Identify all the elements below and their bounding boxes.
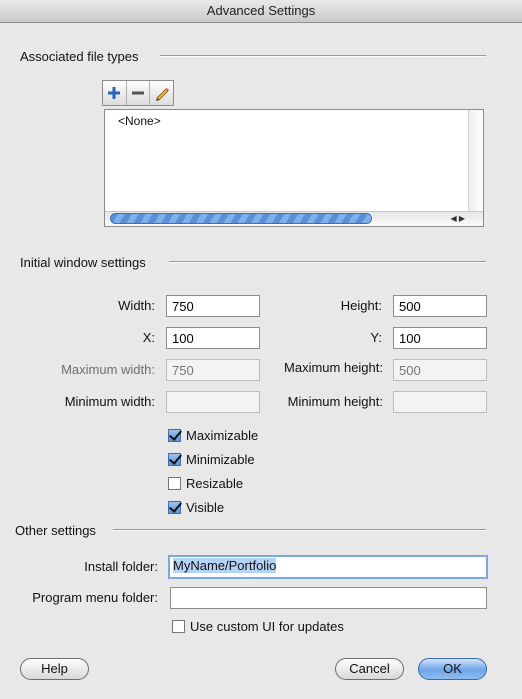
- edit-file-type-button[interactable]: [150, 81, 173, 105]
- minimizable-checkbox[interactable]: Minimizable: [168, 452, 255, 467]
- min-height-field[interactable]: [393, 391, 487, 413]
- scroll-arrows-icon[interactable]: ◀ ▶: [450, 212, 465, 226]
- maximizable-label: Maximizable: [186, 428, 259, 443]
- min-width-label: Minimum width:: [64, 394, 155, 409]
- checkbox-checked-icon[interactable]: [168, 429, 181, 442]
- vertical-scrollbar[interactable]: [468, 110, 483, 213]
- checkbox-checked-icon[interactable]: [168, 453, 181, 466]
- add-file-type-button[interactable]: [103, 81, 127, 105]
- help-button[interactable]: Help: [20, 658, 89, 680]
- height-label: Height:: [340, 298, 382, 313]
- cancel-button[interactable]: Cancel: [335, 658, 404, 680]
- width-field[interactable]: [166, 295, 260, 317]
- program-menu-folder-field[interactable]: [170, 587, 487, 609]
- x-field[interactable]: [166, 327, 260, 349]
- max-width-field[interactable]: [166, 359, 260, 381]
- max-width-label: Maximum width:: [61, 362, 155, 377]
- custom-ui-updates-checkbox[interactable]: Use custom UI for updates: [172, 619, 344, 634]
- install-folder-label: Install folder:: [84, 559, 158, 574]
- install-folder-value: MyName/Portfolio: [173, 558, 277, 573]
- max-height-field[interactable]: [393, 359, 487, 381]
- custom-ui-updates-label: Use custom UI for updates: [190, 619, 344, 634]
- y-label: Y:: [370, 330, 382, 345]
- height-field[interactable]: [393, 295, 487, 317]
- min-width-field[interactable]: [166, 391, 260, 413]
- x-label: X:: [142, 330, 155, 345]
- minus-icon: [132, 91, 144, 95]
- pencil-icon: [155, 88, 169, 101]
- resizable-label: Resizable: [186, 476, 244, 491]
- list-item[interactable]: <None>: [118, 114, 161, 128]
- section-divider: [169, 261, 486, 263]
- checkbox-unchecked-icon[interactable]: [172, 620, 185, 633]
- width-label: Width:: [118, 298, 155, 313]
- max-height-label: Maximum height:: [284, 360, 383, 375]
- section-initial-window-label: Initial window settings: [20, 255, 146, 270]
- remove-file-type-button[interactable]: [127, 81, 151, 105]
- install-folder-field[interactable]: MyName/Portfolio: [168, 555, 488, 579]
- window-title: Advanced Settings: [0, 0, 522, 23]
- visible-checkbox[interactable]: Visible: [168, 500, 224, 515]
- maximizable-checkbox[interactable]: Maximizable: [168, 428, 258, 443]
- checkbox-unchecked-icon[interactable]: [168, 477, 181, 490]
- horizontal-scrollbar[interactable]: ◀ ▶: [105, 211, 483, 226]
- file-types-toolbar: [102, 80, 174, 106]
- section-divider: [160, 55, 486, 57]
- section-divider: [113, 529, 486, 531]
- section-file-types-label: Associated file types: [20, 49, 139, 64]
- checkbox-checked-icon[interactable]: [168, 501, 181, 514]
- minimizable-label: Minimizable: [186, 452, 255, 467]
- y-field[interactable]: [393, 327, 487, 349]
- ok-button[interactable]: OK: [418, 658, 487, 680]
- resizable-checkbox[interactable]: Resizable: [168, 476, 243, 491]
- section-other-label: Other settings: [15, 523, 96, 538]
- program-menu-folder-label: Program menu folder:: [32, 590, 158, 605]
- visible-label: Visible: [186, 500, 225, 515]
- plus-icon: [108, 87, 121, 99]
- scroll-thumb[interactable]: [110, 213, 372, 224]
- min-height-label: Minimum height:: [287, 394, 383, 409]
- file-types-list[interactable]: <None> ◀ ▶: [104, 109, 484, 227]
